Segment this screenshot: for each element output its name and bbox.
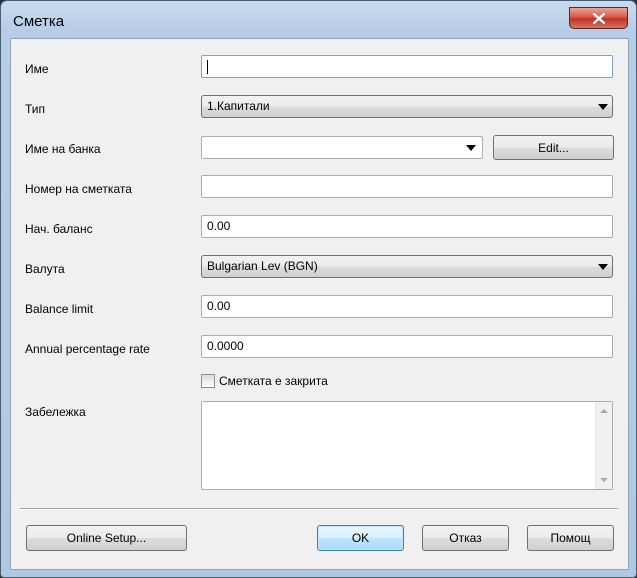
name-input[interactable] <box>201 55 613 78</box>
account-closed-label[interactable]: Сметката е закрита <box>219 374 328 388</box>
account-dialog: Сметка Име Тип 1.Капитали Име на банка E… <box>0 0 637 578</box>
account-closed-checkbox[interactable] <box>201 374 215 388</box>
opening-balance-label: Нач. баланс <box>25 222 93 236</box>
dialog-title: Сметка <box>13 13 65 30</box>
balance-limit-input[interactable]: 0.00 <box>201 295 613 318</box>
note-label: Забележка <box>25 405 86 419</box>
type-selected-value: 1.Капитали <box>207 99 270 113</box>
help-button[interactable]: Помощ <box>527 525 614 551</box>
online-setup-button[interactable]: Online Setup... <box>26 525 187 551</box>
account-number-label: Номер на сметката <box>25 182 132 196</box>
balance-limit-label: Balance limit <box>25 302 94 316</box>
note-textarea[interactable] <box>201 401 613 490</box>
text-caret <box>207 59 208 74</box>
chevron-down-icon <box>598 264 608 270</box>
bank-name-combo[interactable] <box>201 136 483 159</box>
name-label: Име <box>25 62 49 76</box>
chevron-down-icon <box>466 145 476 151</box>
cancel-button[interactable]: Отказ <box>422 525 509 551</box>
account-number-input[interactable] <box>201 175 613 198</box>
type-label: Тип <box>25 102 46 116</box>
ok-button[interactable]: OK <box>317 525 404 551</box>
footer-separator <box>20 508 618 510</box>
scroll-up-icon[interactable] <box>600 409 608 413</box>
dialog-body: Име Тип 1.Капитали Име на банка Edit... … <box>10 38 629 570</box>
apr-label: Annual percentage rate <box>25 342 150 356</box>
bank-edit-button[interactable]: Edit... <box>493 135 614 160</box>
apr-input[interactable]: 0.0000 <box>201 335 613 358</box>
close-button[interactable] <box>569 7 628 29</box>
chevron-down-icon <box>598 104 608 110</box>
note-scrollbar[interactable] <box>595 402 612 489</box>
close-x-icon <box>592 12 605 24</box>
scroll-down-icon[interactable] <box>600 478 608 482</box>
currency-select[interactable]: Bulgarian Lev (BGN) <box>201 255 613 278</box>
currency-selected-value: Bulgarian Lev (BGN) <box>207 259 318 273</box>
currency-label: Валута <box>25 262 65 276</box>
type-select[interactable]: 1.Капитали <box>201 95 613 118</box>
opening-balance-input[interactable]: 0.00 <box>201 215 613 238</box>
bank-name-label: Име на банка <box>25 142 101 156</box>
